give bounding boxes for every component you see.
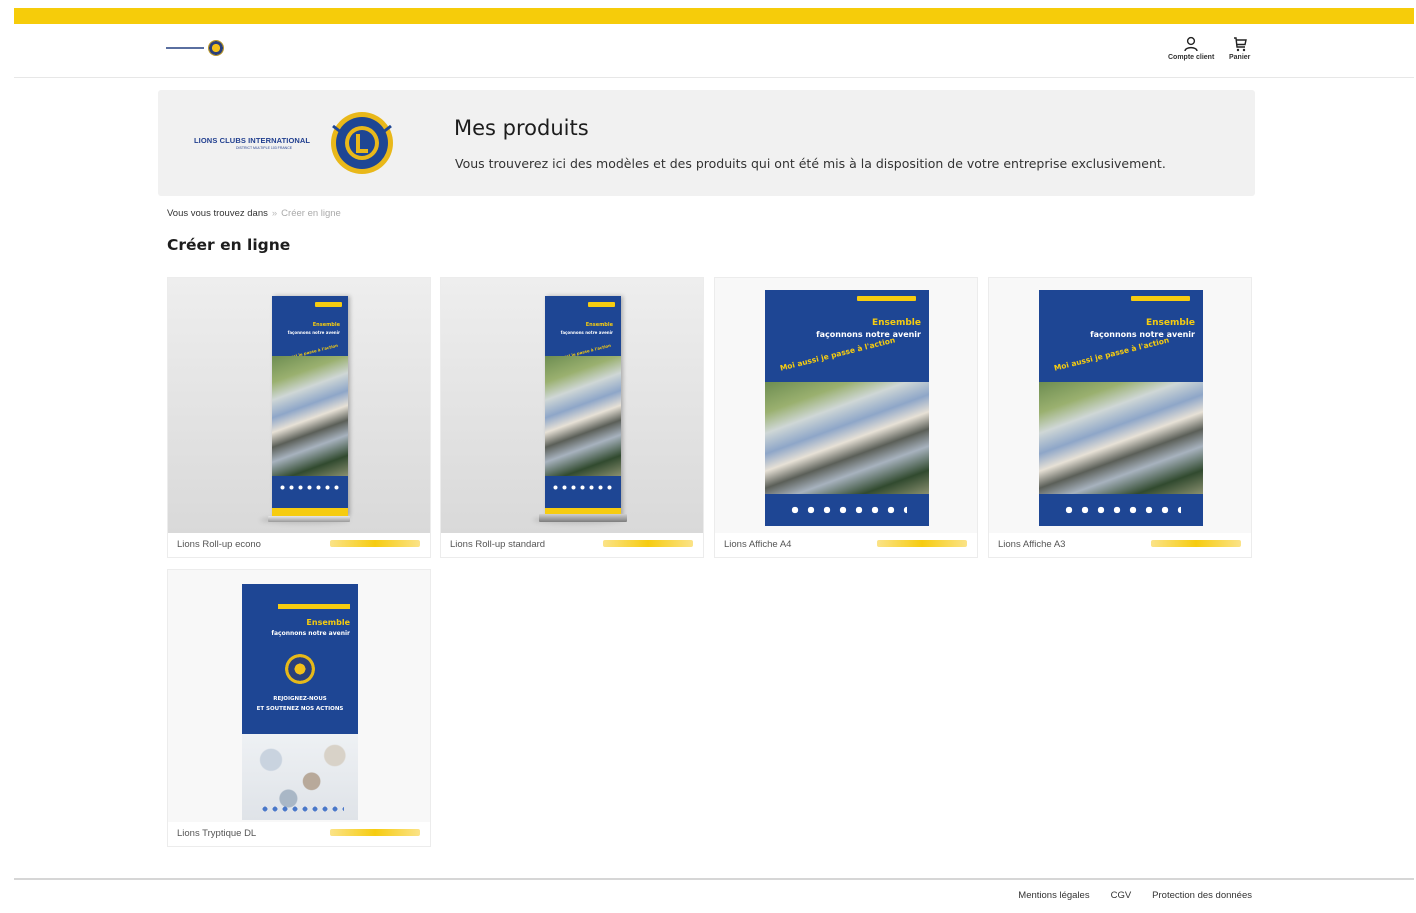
cart-label: Panier	[1229, 54, 1251, 61]
footer-links: Mentions légales CGV Protection des donn…	[1018, 890, 1252, 901]
product-card[interactable]: Ensemble façonnons notre avenir REJOIGNE…	[167, 569, 431, 847]
top-accent-bar	[14, 8, 1414, 24]
product-name: Lions Affiche A3	[998, 539, 1066, 550]
product-card-footer: Lions Roll-up econo	[168, 533, 430, 557]
poster-subheadline: façonnons notre avenir	[1090, 330, 1195, 339]
page-title: Mes produits	[454, 116, 589, 140]
rollup-poster-image: Ensemble façonnons notre avenir Moi auss…	[545, 296, 621, 516]
poster-headline: Ensemble	[1145, 318, 1195, 328]
lions-emblem-icon	[208, 40, 224, 56]
product-thumbnail[interactable]: Ensemble façonnons notre avenir Moi auss…	[441, 278, 703, 533]
site-header: Compte client Panier	[14, 24, 1414, 78]
account-label: Compte client	[1168, 54, 1215, 61]
tryptique-cover-image: Ensemble façonnons notre avenir REJOIGNE…	[242, 584, 358, 820]
product-name: Lions Roll-up standard	[450, 539, 546, 550]
lions-brand-logo: LIONS CLUBS INTERNATIONAL DISTRICT MULTI…	[194, 110, 404, 174]
brand-name: LIONS CLUBS INTERNATIONAL	[194, 136, 311, 145]
page-description: Vous trouverez ici des modèles et des pr…	[455, 156, 1166, 171]
product-card-footer: Lions Roll-up standard	[441, 533, 703, 557]
create-product-button[interactable]	[603, 540, 693, 547]
account-button[interactable]: Compte client	[1168, 36, 1214, 61]
poster-join-line1: REJOIGNEZ-NOUS	[273, 696, 327, 702]
poster-slant-text: Moi aussi je passe à l'action	[779, 335, 896, 373]
poster-subheadline: façonnons notre avenir	[816, 330, 921, 339]
poster-slant-text: Moi aussi je passe à l'action	[1053, 335, 1170, 373]
footer-link-privacy[interactable]: Protection des données	[1152, 890, 1252, 901]
product-card[interactable]: Ensemble façonnons notre avenir Moi auss…	[988, 277, 1252, 558]
poster-headline: Ensemble	[312, 322, 340, 328]
brand-subtitle: DISTRICT MULTIPLE 103 FRANCE	[236, 146, 293, 150]
product-card-footer: Lions Affiche A4	[715, 533, 977, 557]
create-product-button[interactable]	[330, 829, 420, 836]
create-product-button[interactable]	[330, 540, 420, 547]
poster-headline: Ensemble	[306, 618, 350, 627]
breadcrumb-lead: Vous vous trouvez dans	[167, 208, 268, 219]
a4-poster-image: Ensemble façonnons notre avenir Moi auss…	[765, 290, 929, 526]
user-icon	[1184, 36, 1198, 52]
poster-subheadline: façonnons notre avenir	[271, 630, 350, 637]
rollup-poster-image: Ensemble façonnons notre avenir Moi auss…	[272, 296, 348, 516]
poster-headline: Ensemble	[871, 318, 921, 328]
product-thumbnail[interactable]: Ensemble façonnons notre avenir Moi auss…	[168, 278, 430, 533]
logo-line	[166, 47, 204, 49]
cart-button[interactable]: Panier	[1229, 36, 1250, 61]
cart-icon	[1233, 37, 1247, 52]
header-logo[interactable]	[166, 40, 224, 56]
create-product-button[interactable]	[877, 540, 967, 547]
product-card-footer: Lions Tryptique DL	[168, 822, 430, 846]
product-name: Lions Affiche A4	[724, 539, 792, 550]
site-footer: Mentions légales CGV Protection des donn…	[14, 878, 1414, 913]
poster-headline: Ensemble	[585, 322, 613, 328]
footer-link-legal[interactable]: Mentions légales	[1018, 890, 1089, 901]
product-card[interactable]: Ensemble façonnons notre avenir Moi auss…	[440, 277, 704, 558]
breadcrumb-separator: »	[271, 208, 278, 219]
a3-poster-image: Ensemble façonnons notre avenir Moi auss…	[1039, 290, 1203, 526]
product-name: Lions Tryptique DL	[177, 828, 257, 839]
product-thumbnail[interactable]: Ensemble façonnons notre avenir Moi auss…	[715, 278, 977, 533]
lions-seal-icon	[331, 112, 393, 174]
section-title: Créer en ligne	[167, 236, 291, 254]
product-thumbnail[interactable]: Ensemble façonnons notre avenir Moi auss…	[989, 278, 1251, 533]
hero-banner: LIONS CLUBS INTERNATIONAL DISTRICT MULTI…	[158, 90, 1255, 196]
product-name: Lions Roll-up econo	[177, 539, 261, 550]
product-thumbnail[interactable]: Ensemble façonnons notre avenir REJOIGNE…	[168, 570, 430, 822]
poster-join-line2: ET SOUTENEZ NOS ACTIONS	[256, 706, 344, 712]
poster-subheadline: façonnons notre avenir	[560, 330, 613, 335]
product-card-footer: Lions Affiche A3	[989, 533, 1251, 557]
create-product-button[interactable]	[1151, 540, 1241, 547]
poster-subheadline: façonnons notre avenir	[287, 330, 340, 335]
product-card[interactable]: Ensemble façonnons notre avenir Moi auss…	[714, 277, 978, 558]
product-card[interactable]: Ensemble façonnons notre avenir Moi auss…	[167, 277, 431, 558]
breadcrumb-current[interactable]: Créer en ligne	[281, 208, 341, 219]
lions-seal-icon	[285, 654, 315, 684]
footer-link-cgv[interactable]: CGV	[1111, 890, 1132, 901]
breadcrumb: Vous vous trouvez dans» Créer en ligne	[167, 208, 341, 219]
